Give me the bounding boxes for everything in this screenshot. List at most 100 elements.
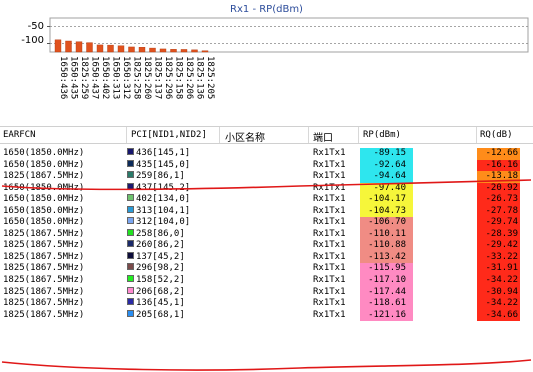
port-cell: Rx1Tx1 xyxy=(313,298,346,309)
pci-cell: 258[86,0] xyxy=(127,228,185,241)
header-pci[interactable]: PCI[NID1,NID2] xyxy=(131,130,207,140)
table-row[interactable]: 1825(1867.5MHz) 258[86,0] Rx1Tx1 -110.11 -28… xyxy=(0,228,533,241)
column-divider[interactable] xyxy=(358,127,359,143)
header-rq[interactable]: RQ(dB) xyxy=(480,130,513,140)
earfcn-cell: 1825(1867.5MHz) xyxy=(3,263,85,274)
header-earfcn[interactable]: EARFCN xyxy=(3,130,36,140)
port-cell: Rx1Tx1 xyxy=(313,217,346,228)
table-row[interactable]: 1825(1867.5MHz) 259[86,1] Rx1Tx1 -94.64 -13.… xyxy=(0,171,533,183)
port-cell: Rx1Tx1 xyxy=(313,240,346,251)
pci-cell: 259[86,1] xyxy=(127,171,185,183)
pci-color-swatch xyxy=(127,217,134,225)
port-cell: Rx1Tx1 xyxy=(313,263,346,274)
header-port[interactable]: 端口 xyxy=(313,129,333,144)
pci-cell: 206[68,2] xyxy=(127,286,185,299)
x-tick-label: 1650:436 xyxy=(58,56,68,99)
table-row[interactable]: 1650(1850.0MHz) 435[145,0] Rx1Tx1 -92.64 -16… xyxy=(0,159,533,172)
rp-cell: -113.42 xyxy=(360,251,413,264)
pci-cell: 402[134,0] xyxy=(127,194,190,206)
table-row[interactable]: 1825(1867.5MHz) 206[68,2] Rx1Tx1 -117.44 -30… xyxy=(0,286,533,299)
rp-bar xyxy=(96,44,104,53)
port-cell: Rx1Tx1 xyxy=(313,205,346,216)
rp-bar xyxy=(191,49,198,53)
table-row[interactable]: 1825(1867.5MHz) 158[52,2] Rx1Tx1 -117.10 -34… xyxy=(0,275,533,287)
column-divider[interactable] xyxy=(476,127,477,143)
rp-cell: -106.70 xyxy=(360,217,413,229)
rq-cell: -12.66 xyxy=(477,148,520,160)
table-row[interactable]: 1825(1867.5MHz) 260[86,2] Rx1Tx1 -110.88 -29… xyxy=(0,240,533,252)
rp-bar xyxy=(159,48,167,53)
rp-bar xyxy=(54,39,62,53)
x-tick-label: 1825:158 xyxy=(174,56,184,99)
earfcn-cell: 1650(1850.0MHz) xyxy=(3,159,85,170)
rp-bar xyxy=(170,49,177,53)
x-tick-label: 1825:137 xyxy=(153,56,163,99)
table-row[interactable]: 1650(1850.0MHz) 313[104,1] Rx1Tx1 -104.73 -2… xyxy=(0,205,533,218)
pci-value: 296[98,2] xyxy=(136,263,185,274)
earfcn-cell: 1825(1867.5MHz) xyxy=(3,240,85,251)
rq-cell: -28.39 xyxy=(477,228,520,241)
rq-cell: -20.92 xyxy=(477,182,520,195)
earfcn-cell: 1825(1867.5MHz) xyxy=(3,286,85,297)
pci-cell: 296[98,2] xyxy=(127,263,185,275)
pci-value: 312[104,0] xyxy=(136,217,191,228)
pci-cell: 137[45,2] xyxy=(127,251,185,264)
rp-cell: -89.15 xyxy=(360,148,413,160)
rq-cell: -26.73 xyxy=(477,194,520,206)
rp-cell: -117.44 xyxy=(360,286,413,299)
header-cell-name[interactable]: 小区名称 xyxy=(225,129,265,144)
table-row[interactable]: 1825(1867.5MHz) 296[98,2] Rx1Tx1 -115.95 -31… xyxy=(0,263,533,276)
pci-value: 258[86,0] xyxy=(136,228,185,239)
pci-color-swatch xyxy=(127,251,134,259)
header-rp[interactable]: RP(dBm) xyxy=(363,130,401,140)
port-cell: Rx1Tx1 xyxy=(313,309,346,320)
rp-bar xyxy=(128,46,135,53)
rp-cell: -94.64 xyxy=(360,171,413,183)
pci-value: 158[52,2] xyxy=(136,275,185,286)
x-tick-label: 1825:205 xyxy=(205,56,215,99)
rp-bar xyxy=(107,44,114,53)
rq-cell: -27.78 xyxy=(477,205,520,218)
column-divider[interactable] xyxy=(308,127,309,143)
table-row[interactable]: 1650(1850.0MHz) 312[104,0] Rx1Tx1 -106.70 -2… xyxy=(0,217,533,229)
pci-cell: 158[52,2] xyxy=(127,275,185,287)
table-row[interactable]: 1825(1867.5MHz) 205[68,1] Rx1Tx1 -121.16 -34… xyxy=(0,309,533,322)
pci-color-swatch xyxy=(127,182,134,190)
pci-color-swatch xyxy=(127,159,134,167)
earfcn-cell: 1825(1867.5MHz) xyxy=(3,298,85,309)
pci-value: 437[145,2] xyxy=(136,182,191,193)
rp-bar-chart: 1650:436 1650:435 1825:259 1650:437 1650:402… xyxy=(47,17,529,99)
table-row[interactable]: 1825(1867.5MHz) 136[45,1] Rx1Tx1 -118.61 -34… xyxy=(0,298,533,310)
cell-measurement-table: EARFCN PCI[NID1,NID2] 小区名称 端口 RP(dBm) RQ… xyxy=(0,126,533,372)
rq-cell: -34.22 xyxy=(477,275,520,287)
earfcn-cell: 1650(1850.0MHz) xyxy=(3,148,85,158)
earfcn-cell: 1825(1867.5MHz) xyxy=(3,309,85,320)
port-cell: Rx1Tx1 xyxy=(313,194,346,205)
pci-value: 136[45,1] xyxy=(136,298,185,309)
table-row[interactable]: 1650(1850.0MHz) 402[134,0] Rx1Tx1 -104.17 -2… xyxy=(0,194,533,206)
column-divider[interactable] xyxy=(219,127,220,143)
rq-cell: -31.91 xyxy=(477,263,520,276)
table-row[interactable]: 1650(1850.0MHz) 437[145,2] Rx1Tx1 -97.40 -20… xyxy=(0,182,533,195)
table-row[interactable]: 1650(1850.0MHz) 436[145,1] Rx1Tx1 -89.15 -12… xyxy=(0,148,533,160)
rp-cell: -97.40 xyxy=(360,182,413,195)
x-tick-label: 1650:402 xyxy=(100,56,110,99)
rp-cell: -118.61 xyxy=(360,298,413,310)
table-body: 1650(1850.0MHz) 436[145,1] Rx1Tx1 -89.15 -12… xyxy=(0,148,533,322)
x-tick-label: 1650:312 xyxy=(121,56,131,99)
earfcn-cell: 1650(1850.0MHz) xyxy=(3,217,85,228)
pci-color-swatch xyxy=(127,275,134,283)
port-cell: Rx1Tx1 xyxy=(313,275,346,286)
pci-value: 402[134,0] xyxy=(136,194,191,205)
x-tick-label: 1825:259 xyxy=(79,56,89,99)
rq-cell: -29.74 xyxy=(477,217,520,229)
pci-color-swatch xyxy=(127,309,134,317)
pci-cell: 260[86,2] xyxy=(127,240,185,252)
earfcn-cell: 1825(1867.5MHz) xyxy=(3,228,85,239)
rp-bar xyxy=(65,40,72,53)
rp-bar xyxy=(75,41,83,53)
pci-color-swatch xyxy=(127,263,134,271)
table-row[interactable]: 1825(1867.5MHz) 137[45,2] Rx1Tx1 -113.42 -33… xyxy=(0,251,533,264)
rp-bar xyxy=(86,42,93,53)
column-divider[interactable] xyxy=(126,127,127,143)
